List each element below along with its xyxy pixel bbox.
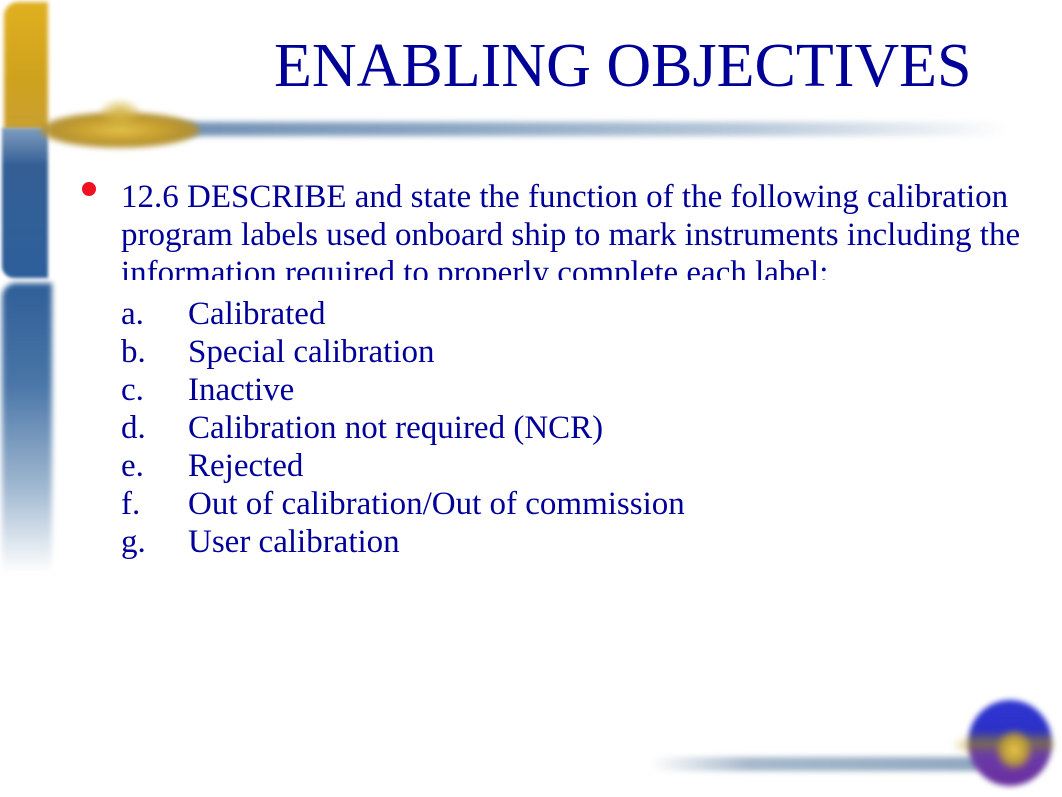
list-item-text: Rejected bbox=[188, 448, 304, 484]
list-marker: c. bbox=[121, 372, 144, 408]
bullet-dot-icon bbox=[82, 182, 96, 196]
list-item: e. Rejected bbox=[121, 447, 685, 485]
list-item-text: Inactive bbox=[188, 372, 295, 408]
list-item-text: Calibration not required (NCR) bbox=[188, 410, 604, 446]
list-item-text: User calibration bbox=[188, 524, 400, 560]
list-item: a. Calibrated bbox=[121, 295, 685, 333]
blue-side-bar-upper bbox=[2, 128, 48, 278]
label-list: a. Calibrated b. Special calibration c. Ina… bbox=[121, 295, 685, 561]
navy-seal-logo-icon bbox=[968, 700, 1052, 786]
gold-side-bar bbox=[4, 2, 48, 130]
footer-rule-bar bbox=[650, 757, 980, 771]
list-marker: g. bbox=[121, 524, 146, 560]
list-item-text: Out of calibration/Out of commission bbox=[188, 486, 685, 522]
list-marker: b. bbox=[121, 334, 146, 370]
list-marker: a. bbox=[121, 296, 144, 332]
list-item: b. Special calibration bbox=[121, 333, 685, 371]
list-item: f. Out of calibration/Out of commission bbox=[121, 485, 685, 523]
title-underline-bar bbox=[150, 122, 1010, 136]
list-marker: d. bbox=[121, 410, 146, 446]
blue-side-bar-lower bbox=[2, 283, 52, 573]
gold-wings-emblem-icon bbox=[40, 112, 200, 148]
list-marker: f. bbox=[121, 486, 141, 522]
list-item: g. User calibration bbox=[121, 523, 685, 561]
list-item: c. Inactive bbox=[121, 371, 685, 409]
objective-text: 12.6 DESCRIBE and state the function of … bbox=[121, 179, 1021, 280]
page-title: ENABLING OBJECTIVES bbox=[274, 32, 972, 100]
gold-emblem-crest-icon bbox=[100, 100, 140, 126]
list-item-text: Calibrated bbox=[188, 296, 326, 332]
list-marker: e. bbox=[121, 448, 144, 484]
list-item-text: Special calibration bbox=[188, 334, 435, 370]
seal-gold-band bbox=[955, 735, 1055, 755]
objective-item: 12.6 DESCRIBE and state the function of … bbox=[82, 178, 1062, 280]
list-item: d. Calibration not required (NCR) bbox=[121, 409, 685, 447]
